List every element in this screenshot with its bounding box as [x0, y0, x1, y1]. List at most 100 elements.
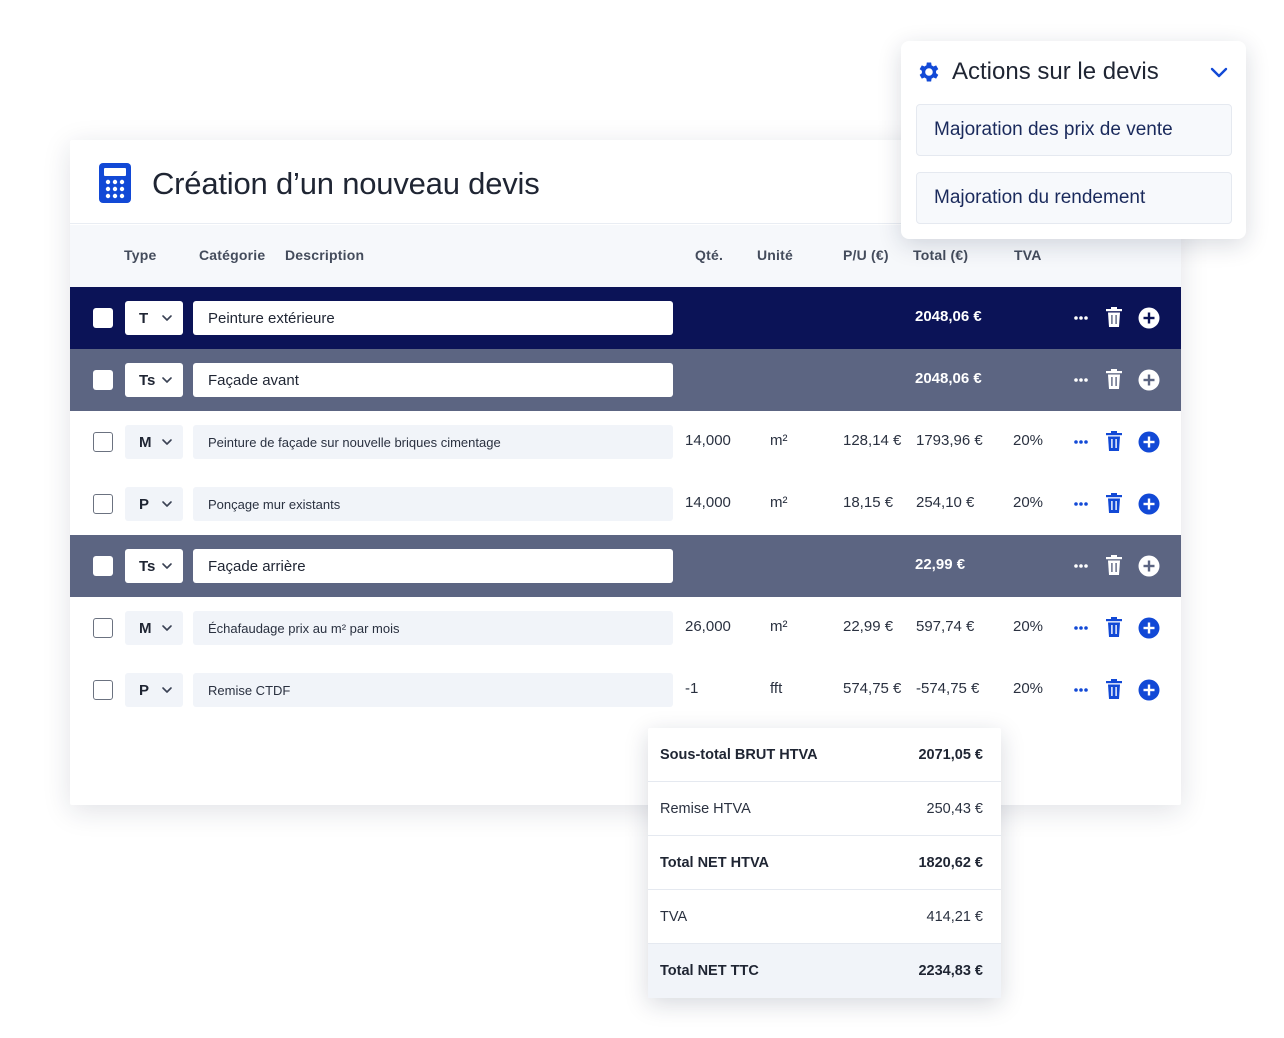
type-select-value: M: [139, 434, 152, 451]
more-dots-icon[interactable]: [1073, 679, 1089, 701]
table-row: P Remise CTDF -1 fft 574,75 € -574,75 € 20%: [70, 659, 1181, 721]
trash-icon[interactable]: [1105, 368, 1123, 390]
description-value: Remise CTDF: [208, 682, 291, 698]
totals-value: 2071,05 €: [918, 747, 983, 763]
trash-icon[interactable]: [1105, 678, 1123, 700]
totals-value: 250,43 €: [926, 801, 983, 817]
type-select[interactable]: P: [125, 673, 183, 707]
type-select[interactable]: Ts: [125, 363, 183, 397]
more-dots-icon[interactable]: [1073, 307, 1089, 329]
total-value: 597,74 €: [916, 618, 975, 635]
add-circle-icon[interactable]: [1138, 679, 1160, 701]
trash-icon[interactable]: [1105, 492, 1123, 514]
totals-value: 1820,62 €: [918, 855, 983, 871]
subtitle-row: Ts Façade avant 2048,06 €: [70, 349, 1181, 411]
type-select[interactable]: M: [125, 425, 183, 459]
unit-price-value[interactable]: 22,99 €: [843, 618, 893, 635]
markup-yield-button[interactable]: Majoration du rendement: [916, 172, 1232, 224]
description-input[interactable]: Peinture de façade sur nouvelle briques …: [193, 425, 673, 459]
actions-title: Actions sur le devis: [952, 58, 1159, 85]
type-select[interactable]: M: [125, 611, 183, 645]
totals-label: Sous-total BRUT HTVA: [660, 747, 818, 763]
description-input[interactable]: Remise CTDF: [193, 673, 673, 707]
col-total: Total (€): [913, 247, 969, 263]
actions-popup: Actions sur le devis Majoration des prix…: [901, 41, 1246, 239]
description-input[interactable]: Façade arrière: [193, 549, 673, 583]
col-category: Catégorie: [199, 247, 266, 263]
col-qty: Qté.: [695, 247, 724, 263]
add-circle-icon[interactable]: [1138, 493, 1160, 515]
add-circle-icon[interactable]: [1138, 307, 1160, 329]
totals-label: Total NET HTVA: [660, 855, 770, 871]
vat-value[interactable]: 20%: [1013, 618, 1043, 635]
trash-icon[interactable]: [1105, 554, 1123, 576]
unit-value[interactable]: m²: [770, 432, 788, 449]
trash-icon[interactable]: [1105, 306, 1123, 328]
description-input[interactable]: Ponçage mur existants: [193, 487, 673, 521]
qty-value[interactable]: 26,000: [685, 618, 731, 635]
row-checkbox[interactable]: [93, 370, 113, 390]
more-dots-icon[interactable]: [1073, 617, 1089, 639]
add-circle-icon[interactable]: [1138, 617, 1160, 639]
total-value: 1793,96 €: [916, 432, 983, 449]
type-select[interactable]: T: [125, 301, 183, 335]
unit-price-value[interactable]: 18,15 €: [843, 494, 893, 511]
row-checkbox[interactable]: [93, 308, 113, 328]
more-dots-icon[interactable]: [1073, 555, 1089, 577]
markup-sale-price-button[interactable]: Majoration des prix de vente: [916, 104, 1232, 156]
add-circle-icon[interactable]: [1138, 431, 1160, 453]
qty-value[interactable]: -1: [685, 680, 698, 697]
group-total-value: 2048,06 €: [915, 308, 982, 325]
row-checkbox[interactable]: [93, 618, 113, 638]
row-checkbox[interactable]: [93, 680, 113, 700]
trash-icon[interactable]: [1105, 616, 1123, 638]
type-select[interactable]: P: [125, 487, 183, 521]
group-total-value: 2048,06 €: [915, 370, 982, 387]
totals-label: Remise HTVA: [660, 801, 751, 817]
unit-value[interactable]: fft: [770, 680, 782, 697]
calculator-icon: [99, 163, 131, 203]
description-input[interactable]: Façade avant: [193, 363, 673, 397]
chevron-down-icon: [162, 687, 172, 693]
row-checkbox[interactable]: [93, 494, 113, 514]
vat-value[interactable]: 20%: [1013, 432, 1043, 449]
description-value: Échafaudage prix au m² par mois: [208, 620, 400, 636]
chevron-down-icon[interactable]: [1209, 65, 1229, 79]
qty-value[interactable]: 14,000: [685, 432, 731, 449]
type-select[interactable]: Ts: [125, 549, 183, 583]
totals-label: Total NET TTC: [660, 963, 759, 979]
totals-value: 2234,83 €: [918, 963, 983, 979]
type-select-value: Ts: [139, 372, 156, 389]
col-vat: TVA: [1014, 247, 1042, 263]
vat-value[interactable]: 20%: [1013, 494, 1043, 511]
totals-value: 414,21 €: [926, 909, 983, 925]
description-input[interactable]: Échafaudage prix au m² par mois: [193, 611, 673, 645]
more-dots-icon[interactable]: [1073, 431, 1089, 453]
totals-panel: Sous-total BRUT HTVA 2071,05 € Remise HTV…: [648, 728, 1001, 998]
vat-value[interactable]: 20%: [1013, 680, 1043, 697]
more-dots-icon[interactable]: [1073, 493, 1089, 515]
total-value: 254,10 €: [916, 494, 975, 511]
add-circle-icon[interactable]: [1138, 369, 1160, 391]
add-circle-icon[interactable]: [1138, 555, 1160, 577]
totals-row: Sous-total BRUT HTVA 2071,05 €: [648, 728, 1001, 782]
chevron-down-icon: [162, 625, 172, 631]
unit-price-value[interactable]: 128,14 €: [843, 432, 901, 449]
col-description: Description: [285, 247, 365, 263]
total-value: -574,75 €: [916, 680, 980, 697]
more-dots-icon[interactable]: [1073, 369, 1089, 391]
description-value: Peinture extérieure: [208, 309, 335, 327]
totals-row: Total NET HTVA 1820,62 €: [648, 836, 1001, 890]
row-checkbox[interactable]: [93, 432, 113, 452]
description-input[interactable]: Peinture extérieure: [193, 301, 673, 335]
unit-price-value[interactable]: 574,75 €: [843, 680, 901, 697]
row-checkbox[interactable]: [93, 556, 113, 576]
unit-value[interactable]: m²: [770, 618, 788, 635]
trash-icon[interactable]: [1105, 430, 1123, 452]
type-select-value: T: [139, 310, 149, 327]
col-unit-price: P/U (€): [843, 247, 889, 263]
qty-value[interactable]: 14,000: [685, 494, 731, 511]
description-value: Ponçage mur existants: [208, 496, 341, 512]
unit-value[interactable]: m²: [770, 494, 788, 511]
chevron-down-icon: [162, 501, 172, 507]
